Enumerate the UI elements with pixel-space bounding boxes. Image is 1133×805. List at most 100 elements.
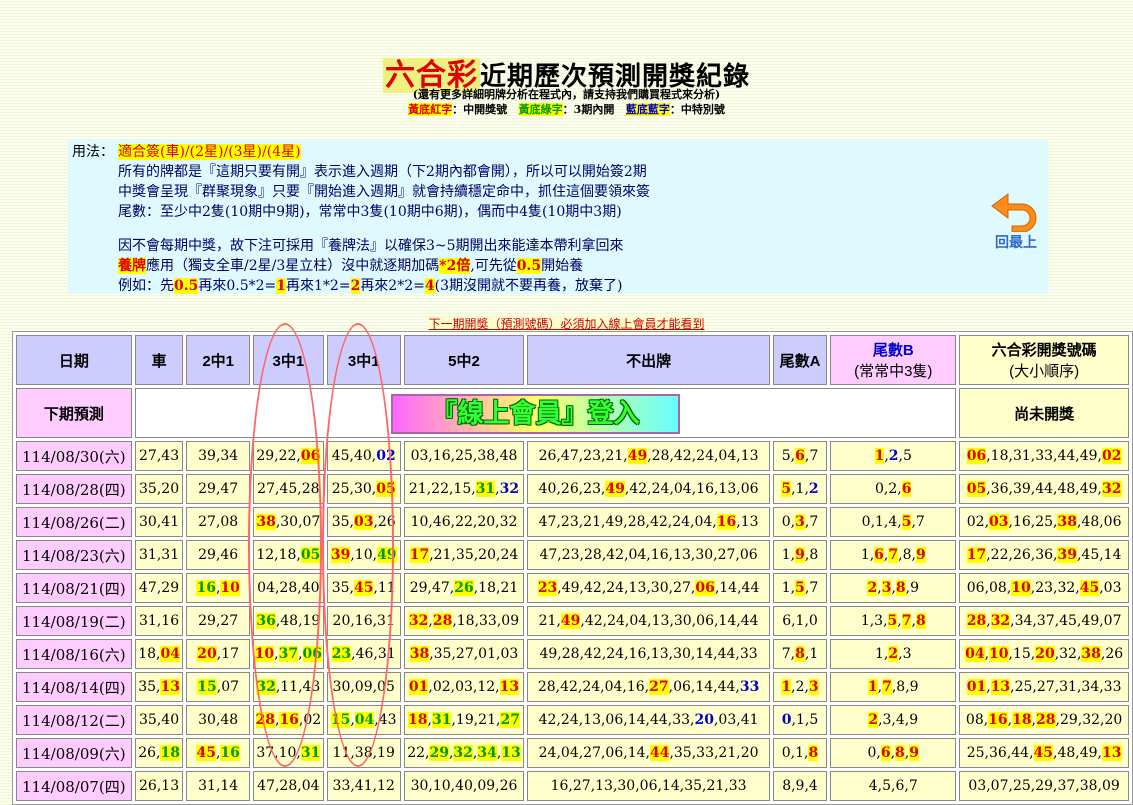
highlight-number: 10 — [1011, 580, 1031, 596]
tail-a-cell: 0,3,7 — [772, 507, 828, 537]
highlight-number: 1 — [867, 679, 878, 695]
highlight-number: 38 — [409, 646, 430, 662]
highlight-number: 3 — [881, 580, 892, 596]
highlight-number: 32 — [453, 745, 473, 761]
highlight-number: 45 — [353, 580, 374, 596]
col-nogo: 不出牌 — [527, 335, 770, 385]
highlight-number: 7 — [888, 547, 899, 563]
date-cell: 114/08/14(四) — [16, 672, 132, 702]
two-cell: 16,10 — [186, 573, 250, 603]
three-a-cell: 28,16,02 — [252, 705, 324, 735]
draw-cell: 28,32,34,37,45,49,07 — [959, 606, 1129, 636]
tail-b-cell: 1,3,5,7,8 — [830, 606, 957, 636]
highlight-number: 05 — [300, 547, 321, 563]
nogo-cell: 26,47,23,21,49,28,42,24,04,13 — [527, 441, 770, 471]
back-to-top-button[interactable]: 回最上 — [986, 188, 1046, 252]
car-cell: 35,13 — [134, 672, 184, 702]
col-date: 日期 — [16, 335, 132, 385]
login-button[interactable]: 『線上會員』登入 — [390, 394, 680, 434]
date-cell: 114/08/21(四) — [16, 573, 132, 603]
two-cell: 29,47 — [186, 474, 250, 504]
highlight-number: 31 — [475, 481, 496, 497]
five-cell: 01,02,03,12,13 — [403, 672, 525, 702]
date-cell: 114/08/19(二) — [16, 606, 132, 636]
tail-a-cell: 7,8,1 — [772, 639, 828, 669]
table-row: 114/08/19(二) 31,16 29,27 36,48,19 20,16,31 32… — [16, 606, 1129, 636]
tail-a-cell: 0,1,5 — [772, 705, 828, 735]
example-d: 1 — [276, 278, 287, 294]
highlight-number: 49 — [605, 481, 625, 497]
example-b: 0.5 — [174, 278, 199, 294]
highlight-number: 9 — [795, 547, 805, 563]
car-cell: 47,29 — [134, 573, 184, 603]
car-cell: 27,43 — [134, 441, 184, 471]
five-cell: 29,47,26,18,21 — [403, 573, 525, 603]
highlight-number: 2 — [888, 448, 899, 464]
subtitle: (還有更多詳細明牌分析在程式內，請支持我們購買程式來分析) — [412, 88, 721, 101]
highlight-number: 6 — [874, 547, 884, 563]
prediction-table: 日期 車 2中1 3中1 3中1 5中2 不出牌 尾數A 尾數B (常常中3隻) … — [12, 331, 1133, 805]
highlight-number: 16 — [716, 514, 737, 530]
table-row: 114/08/23(六) 31,31 29,46 12,18,05 39,10,49 17… — [16, 540, 1129, 570]
highlight-number: 3 — [808, 679, 819, 695]
highlight-number: 2 — [888, 646, 899, 662]
nogo-cell: 47,23,28,42,04,16,13,30,27,06 — [527, 540, 770, 570]
highlight-number: 32 — [1102, 481, 1122, 497]
pred-label: 下期預測 — [16, 388, 132, 438]
next-draw-link[interactable]: 下一期開獎（預測號碼）必須加入線上會員才能看到 — [0, 315, 1133, 332]
three-a-cell: 32,11,43 — [252, 672, 324, 702]
highlight-number: 06 — [302, 646, 323, 662]
date-cell: 114/08/23(六) — [16, 540, 132, 570]
two-cell: 15,07 — [186, 672, 250, 702]
example-i: (3期沒開就不要再養，放棄了) — [434, 278, 623, 294]
highlight-number: 29 — [429, 745, 449, 761]
highlight-number: 32 — [256, 679, 276, 695]
table-row: 114/08/14(四) 35,13 15,07 32,11,43 30,09,05 01… — [16, 672, 1129, 702]
highlight-number: 16 — [196, 580, 216, 596]
highlight-number: 01 — [408, 679, 429, 695]
nogo-cell: 23,49,42,24,13,30,27,06,14,44 — [527, 573, 770, 603]
highlight-number: 5 — [887, 613, 898, 629]
draw-cell: 02,03,16,25,38,48,06 — [959, 507, 1129, 537]
highlight-number: 6 — [795, 448, 805, 464]
example-f: 2 — [350, 278, 361, 294]
next-draw-link-text[interactable]: 下一期開獎（預測號碼）必須加入線上會員才能看到 — [428, 317, 705, 331]
table-row: 114/08/21(四) 47,29 16,10 04,28,40 35,45,11 29… — [16, 573, 1129, 603]
two-cell: 39,34 — [186, 441, 250, 471]
five-cell: 18,31,19,21,27 — [403, 705, 525, 735]
car-cell: 18,04 — [134, 639, 184, 669]
highlight-number: 18 — [160, 745, 180, 761]
highlight-number: 31 — [431, 712, 452, 728]
car-cell: 30,41 — [134, 507, 184, 537]
highlight-number: 17 — [966, 547, 987, 563]
table-row: 114/08/09(六) 26,18 45,16 37,10,31 11,38,19 22… — [16, 738, 1129, 768]
highlight-number: 49 — [377, 547, 397, 563]
highlight-number: 13 — [160, 679, 180, 695]
highlight-number: 10 — [220, 580, 240, 596]
highlight-number: 36 — [256, 613, 276, 629]
draw-cell: 06,18,31,33,44,49,02 — [959, 441, 1129, 471]
nogo-cell: 47,23,21,49,28,42,24,04,16,13 — [527, 507, 770, 537]
highlight-number: 01 — [966, 679, 987, 695]
highlight-number: 2 — [867, 580, 878, 596]
highlight-number: 9 — [909, 745, 919, 761]
three-a-cell: 38,30,07 — [252, 507, 324, 537]
col-draw: 六合彩開獎號碼 (大小順序) — [959, 335, 1129, 385]
two-cell: 27,08 — [186, 507, 250, 537]
table-row: 114/08/26(二) 30,41 27,08 38,30,07 35,03,26 10… — [16, 507, 1129, 537]
two-cell: 45,16 — [186, 738, 250, 768]
highlight-number: 2 — [808, 481, 819, 497]
legend-blue-key: 藍底藍字 — [625, 103, 670, 116]
highlight-number: 49 — [560, 613, 581, 629]
col-draw-sub: (大小順序) — [1009, 363, 1080, 380]
highlight-number: 10 — [989, 646, 1009, 662]
tail-b-cell: 2,3,8,9 — [830, 573, 957, 603]
highlight-number: 28 — [966, 613, 987, 629]
col-tail-b: 尾數B (常常中3隻) — [830, 335, 957, 385]
highlight-number: 02 — [376, 448, 396, 464]
three-a-cell: 36,48,19 — [252, 606, 324, 636]
col-tail-b-sub: (常常中3隻) — [854, 363, 933, 380]
three-b-cell: 35,45,11 — [326, 573, 401, 603]
highlight-number: 13 — [990, 679, 1011, 695]
three-b-cell: 30,09,05 — [326, 672, 401, 702]
